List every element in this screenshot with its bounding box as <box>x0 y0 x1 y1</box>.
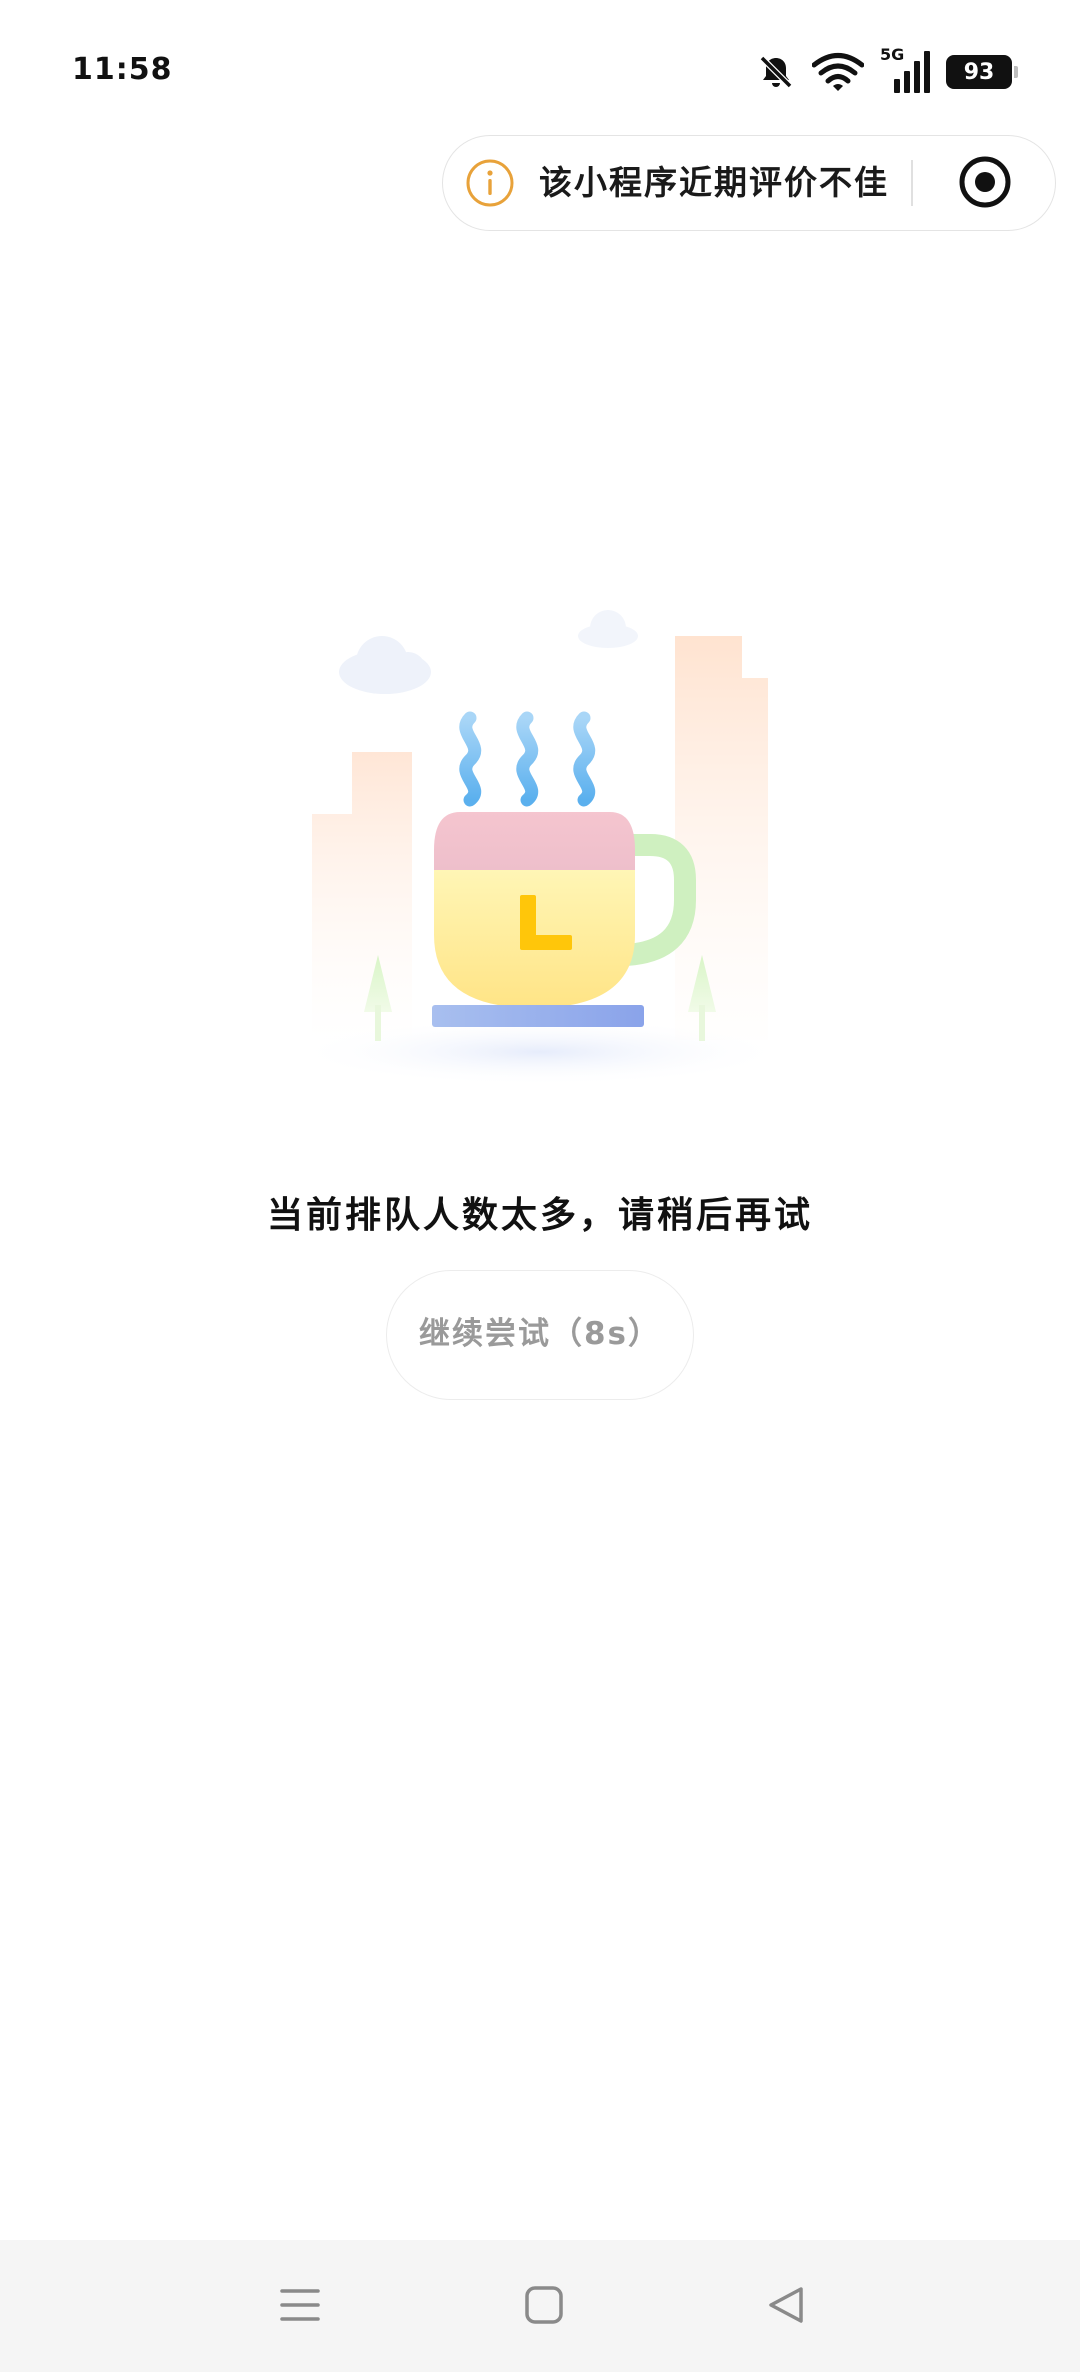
signal-icon: 5G <box>880 45 930 95</box>
back-icon[interactable] <box>751 2270 821 2340</box>
menu-icon[interactable] <box>265 2270 335 2340</box>
mini-program-capsule: 该小程序近期评价不佳 <box>442 135 1056 231</box>
retry-button[interactable]: 继续尝试（8s） <box>386 1270 694 1400</box>
wifi-icon <box>812 52 864 92</box>
info-icon[interactable] <box>465 158 515 208</box>
battery-icon: 93 <box>946 55 1018 89</box>
navigation-bar <box>0 2240 1080 2372</box>
battery-level: 93 <box>963 59 995 85</box>
status-time: 11:58 <box>72 52 173 87</box>
coffee-cup-waiting-illustration <box>290 610 790 1086</box>
status-icons: 5G 93 <box>756 45 1018 98</box>
home-icon[interactable] <box>509 2270 579 2340</box>
mute-bell-icon <box>756 52 796 92</box>
queue-busy-message: 当前排队人数太多，请稍后再试 <box>266 1195 813 1236</box>
close-target-icon[interactable] <box>957 154 1013 210</box>
capsule-divider <box>911 160 913 206</box>
low-rating-notice[interactable]: 该小程序近期评价不佳 <box>539 136 889 229</box>
status-bar: 11:58 5G 93 <box>0 0 1080 130</box>
